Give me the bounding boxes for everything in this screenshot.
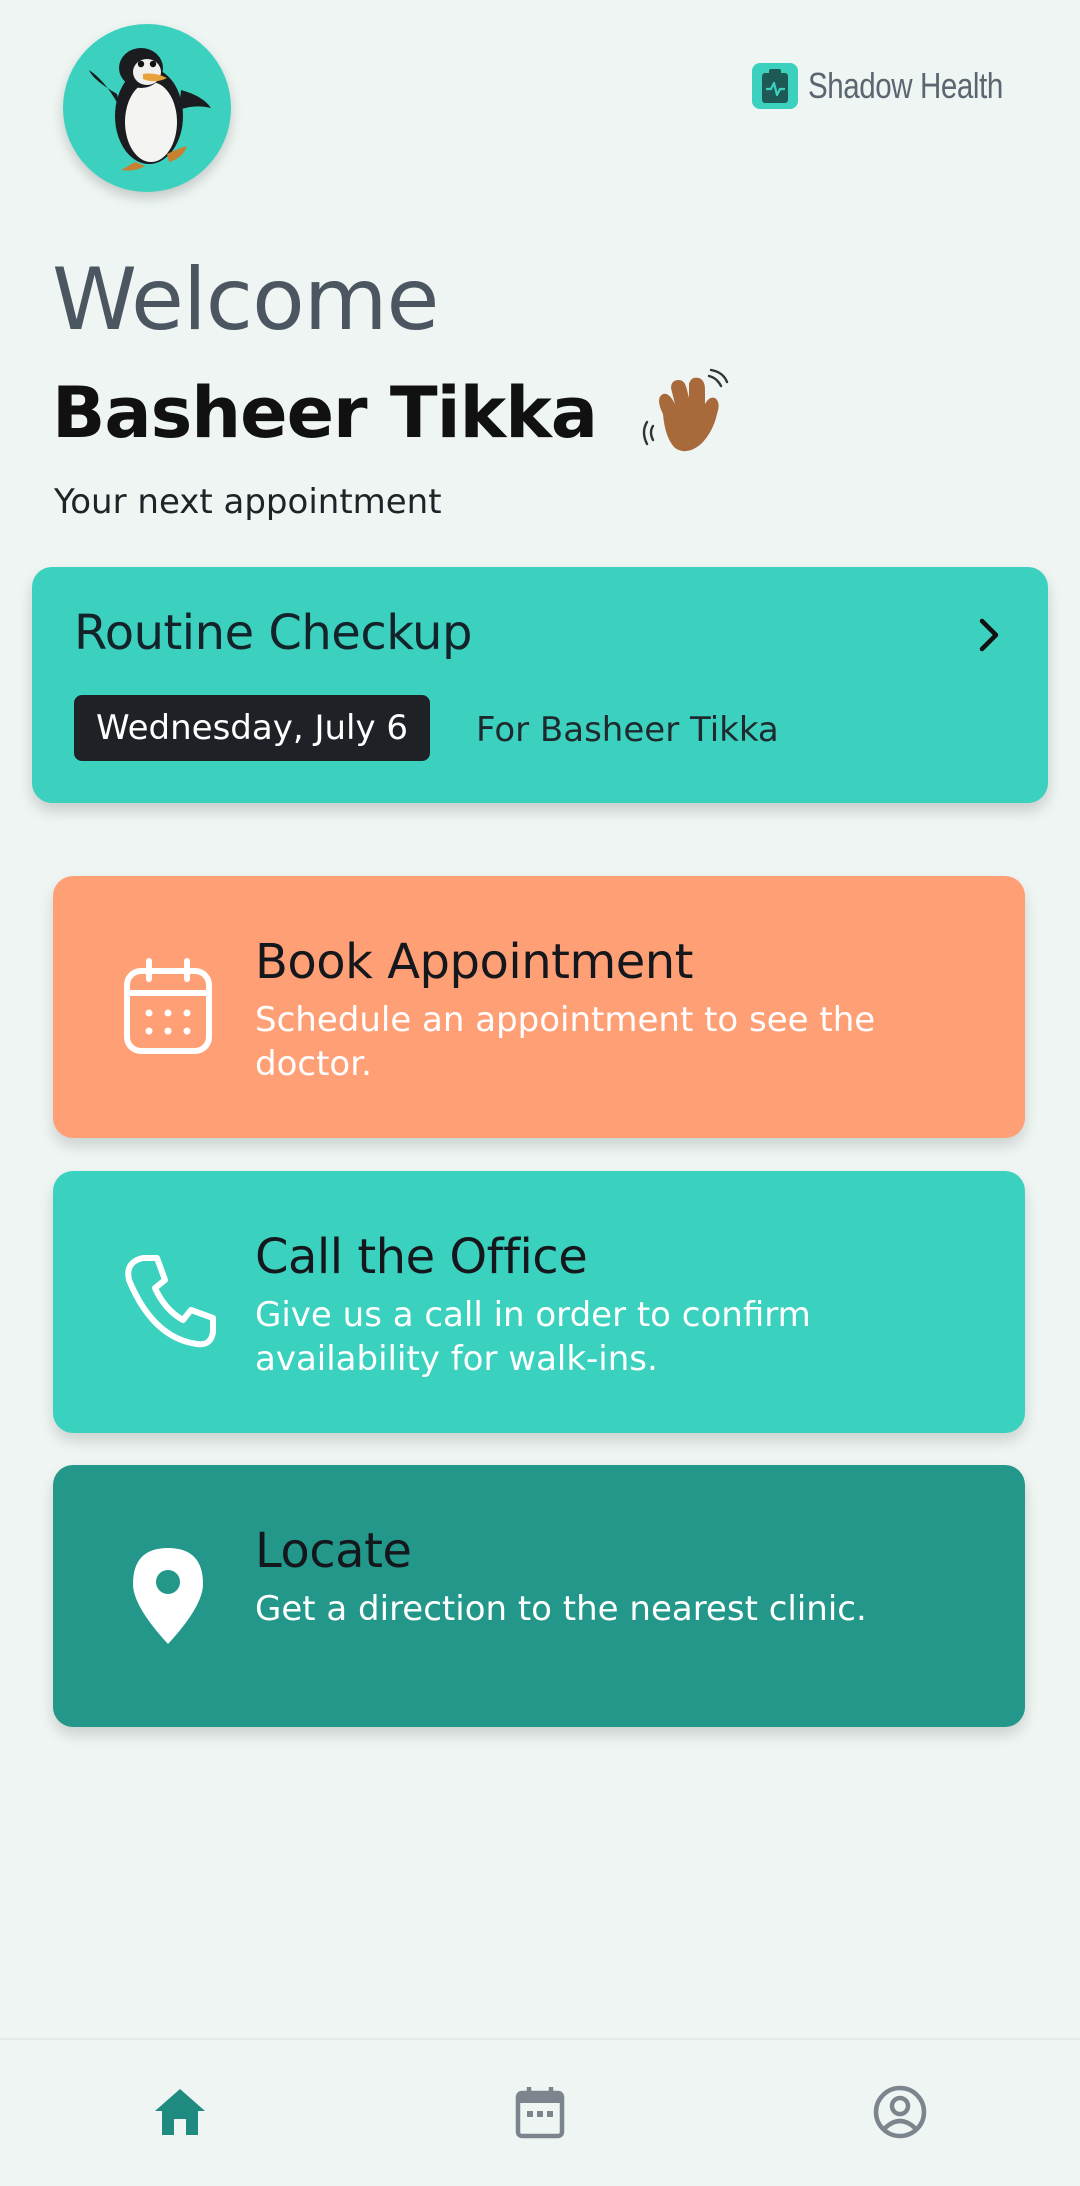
welcome-heading: Welcome [52,250,439,350]
appointment-title: Routine Checkup [74,605,472,661]
brand-logo: Shadow Health [752,62,1046,110]
home-icon [155,2089,205,2135]
nav-appointments[interactable] [510,2082,570,2142]
next-appointment-label: Your next appointment [54,482,442,522]
locate-description: Get a direction to the nearest clinic. [255,1589,867,1629]
calendar-icon [124,958,212,1054]
phone-icon [125,1255,216,1348]
book-appointment-card[interactable]: Book Appointment Schedule an appointment… [53,876,1025,1138]
location-pin-icon [133,1548,203,1644]
home-screen: Shadow Health Welcome Basheer Tikka Your… [0,0,1080,2186]
user-name: Basheer Tikka [52,372,598,454]
call-office-title: Call the Office [255,1229,588,1285]
call-office-description: Give us a call in order to confirm avail… [255,1295,811,1379]
nav-profile[interactable] [870,2082,930,2142]
call-office-card[interactable]: Call the Office Give us a call in order … [53,1171,1025,1433]
appointment-date-badge: Wednesday, July 6 [74,695,431,761]
waving-hand-icon [642,368,729,452]
calendar-icon [515,2087,565,2139]
chevron-right-icon [979,618,999,652]
locate-title: Locate [255,1523,412,1579]
appointment-date: Wednesday, July 6 [96,708,409,748]
user-greeting: Basheer Tikka [52,368,731,458]
profile-icon [873,2085,927,2139]
locate-clinic-card[interactable]: Locate Get a direction to the nearest cl… [53,1465,1025,1727]
clipboard-health-icon [752,63,798,109]
book-appointment-title: Book Appointment [255,934,693,990]
avatar[interactable] [63,24,231,192]
book-appointment-description: Schedule an appointment to see the docto… [255,1000,876,1084]
next-appointment-card[interactable]: Routine Checkup Wednesday, July 6 For Ba… [32,567,1048,803]
nav-home[interactable] [150,2082,210,2142]
brand-name: Shadow Health [808,65,1003,106]
appointment-patient: For Basheer Tikka [476,710,779,750]
penguin-avatar-icon [89,48,211,171]
bottom-navigation [0,2038,1080,2186]
